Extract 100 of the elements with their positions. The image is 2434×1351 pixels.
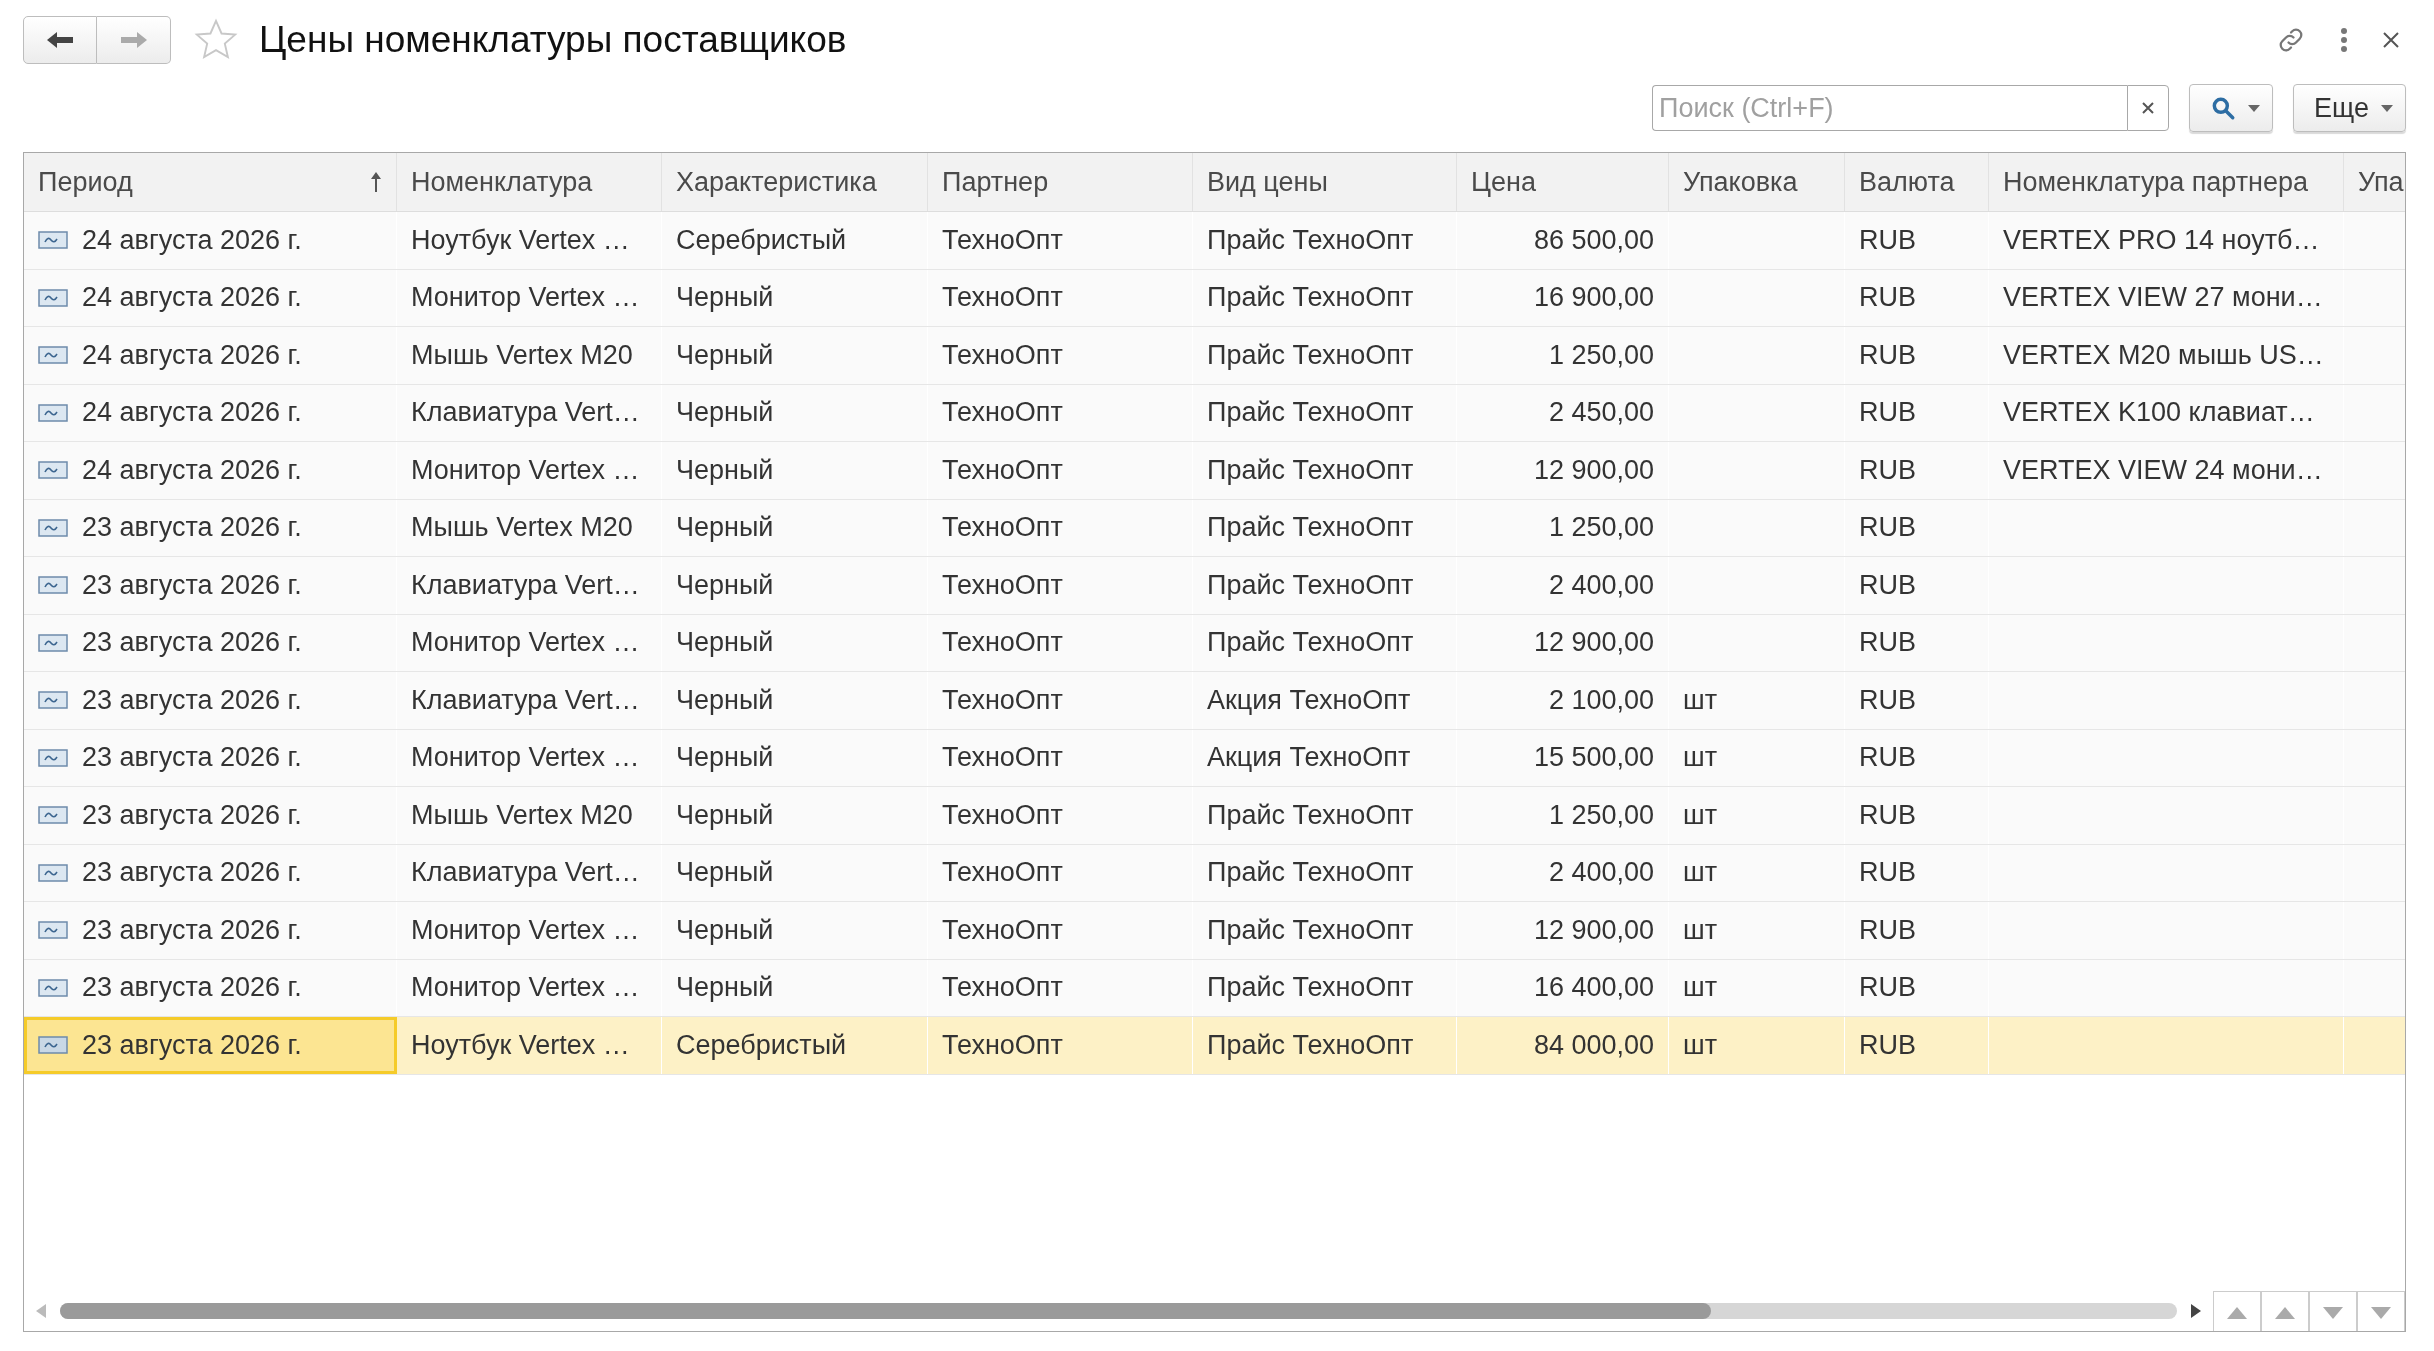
column-header[interactable]: Период (24, 153, 397, 211)
last-page-button[interactable] (2357, 1291, 2405, 1331)
page-down-button[interactable] (2309, 1291, 2357, 1331)
back-button[interactable] (23, 16, 97, 64)
clear-button[interactable] (2127, 85, 2170, 131)
table-cell: ТехноОпт (942, 1029, 1063, 1061)
more-actions-button[interactable]: Еще (2293, 84, 2406, 132)
scroll-right-icon[interactable] (2191, 1304, 2201, 1318)
table-row[interactable]: 23 августа 2026 г. Мышь Vertex M20 Черный ТехноОпт Прайс ТехноОпт 1 250,00 RUB (24, 499, 2405, 557)
table-cell: Черный (676, 627, 774, 659)
record-icon (38, 576, 68, 595)
table-cell: 24 августа 2026 г. (82, 224, 302, 256)
table-cell: Прайс ТехноОпт (1207, 799, 1414, 831)
column-header[interactable]: Номенклатура (397, 153, 662, 211)
table-cell: 2 400,00 (1548, 857, 1654, 889)
table-cell: 23 августа 2026 г. (82, 569, 302, 601)
table-row[interactable]: 23 августа 2026 г. Клавиатура Vert… Черный ТехноОпт Прайс ТехноОпт 2 400,00 шт RUB (24, 844, 2405, 902)
table-cell: Мышь Vertex M20 (411, 799, 633, 831)
table-cell: Прайс ТехноОпт (1207, 914, 1414, 946)
table-cell: RUB (1859, 914, 1916, 946)
triangle-down-icon (2371, 1304, 2391, 1319)
column-title: Упа (2358, 166, 2404, 198)
table-cell: RUB (1859, 282, 1916, 314)
table-cell: 24 августа 2026 г. (82, 454, 302, 486)
column-header[interactable]: Партнер (928, 153, 1193, 211)
record-icon (38, 748, 68, 767)
table-row[interactable]: 24 августа 2026 г. Монитор Vertex … Черный ТехноОпт Прайс ТехноОпт 16 900,00 RUB VERTEX VIEW 27 мони… (24, 269, 2405, 327)
table-row[interactable]: 23 августа 2026 г. Клавиатура Vert… Черный ТехноОпт Прайс ТехноОпт 2 400,00 RUB (24, 557, 2405, 615)
table-cell: RUB (1859, 512, 1916, 544)
table-row[interactable]: 23 августа 2026 г. Монитор Vertex … Черный ТехноОпт Прайс ТехноОпт 16 400,00 шт RUB (24, 959, 2405, 1017)
table-cell: Акция ТехноОпт (1207, 742, 1411, 774)
horizontal-scrollbar[interactable] (60, 1303, 2177, 1319)
table-row[interactable]: 24 августа 2026 г. Монитор Vertex … Черный ТехноОпт Прайс ТехноОпт 12 900,00 RUB VERTEX VIEW 24 мони… (24, 442, 2405, 500)
column-title: Цена (1471, 166, 1536, 198)
table-cell: 24 августа 2026 г. (82, 397, 302, 429)
search-icon (2210, 95, 2237, 121)
table-cell: шт (1683, 857, 1718, 889)
table-cell: Черный (676, 972, 774, 1004)
page-up-button[interactable] (2261, 1291, 2309, 1331)
first-page-button[interactable] (2213, 1291, 2261, 1331)
table-cell: RUB (1859, 339, 1916, 371)
table-cell: 23 августа 2026 г. (82, 742, 302, 774)
table-cell: 15 500,00 (1533, 742, 1654, 774)
table-row[interactable]: 23 августа 2026 г. Мышь Vertex M20 Черный ТехноОпт Прайс ТехноОпт 1 250,00 шт RUB (24, 787, 2405, 845)
table-cell: Черный (676, 684, 774, 716)
table-cell: 12 900,00 (1533, 914, 1654, 946)
table-row[interactable]: 24 августа 2026 г. Клавиатура Vert… Черный ТехноОпт Прайс ТехноОпт 2 450,00 RUB VERTEX K100 клавиат… (24, 384, 2405, 442)
table-cell: RUB (1859, 224, 1916, 256)
table-cell: Черный (676, 799, 774, 831)
table-row[interactable]: 23 августа 2026 г. Монитор Vertex … Черный ТехноОпт Прайс ТехноОпт 12 900,00 RUB (24, 614, 2405, 672)
table-row[interactable]: 24 августа 2026 г. Мышь Vertex M20 Черный ТехноОпт Прайс ТехноОпт 1 250,00 RUB VERTEX M20 мышь US… (24, 327, 2405, 385)
table-cell: 24 августа 2026 г. (82, 339, 302, 371)
table-row[interactable]: 23 августа 2026 г. Ноутбук Vertex … Серебристый ТехноОпт Прайс ТехноОпт 84 000,00 шт RUB (24, 1017, 2405, 1075)
scrollbar-thumb[interactable] (60, 1303, 1712, 1319)
record-icon (38, 403, 68, 422)
table-cell: ТехноОпт (942, 857, 1063, 889)
table-cell: Монитор Vertex … (411, 972, 640, 1004)
record-icon (38, 978, 68, 997)
table-row[interactable]: 23 августа 2026 г. Клавиатура Vert… Черный ТехноОпт Акция ТехноОпт 2 100,00 шт RUB (24, 672, 2405, 730)
table-cell: 12 900,00 (1533, 627, 1654, 659)
table-cell: 2 100,00 (1548, 684, 1654, 716)
table-cell: 24 августа 2026 г. (82, 282, 302, 314)
table-cell: ТехноОпт (942, 972, 1063, 1004)
table-cell: ТехноОпт (942, 627, 1063, 659)
table-cell: RUB (1859, 799, 1916, 831)
record-icon (38, 346, 68, 365)
column-header[interactable]: Номенклатура партнера (1989, 153, 2344, 211)
column-title: Характеристика (676, 166, 877, 198)
table-cell: шт (1683, 799, 1718, 831)
table-row[interactable]: 23 августа 2026 г. Монитор Vertex … Черный ТехноОпт Прайс ТехноОпт 12 900,00 шт RUB (24, 902, 2405, 960)
column-title: Номенклатура (411, 166, 593, 198)
table-cell: 86 500,00 (1533, 224, 1654, 256)
table-cell: VERTEX PRO 14 ноутб… (2003, 224, 2320, 256)
column-header[interactable]: Упаковка (1669, 153, 1845, 211)
table-cell: Прайс ТехноОпт (1207, 282, 1414, 314)
table-cell: RUB (1859, 857, 1916, 889)
close-icon (2141, 101, 2156, 115)
table-cell: Прайс ТехноОпт (1207, 569, 1414, 601)
table-cell: шт (1683, 1029, 1718, 1061)
table-cell: Клавиатура Vert… (411, 397, 640, 429)
table-cell: 23 августа 2026 г. (82, 799, 302, 831)
table-cell: Черный (676, 914, 774, 946)
table-row[interactable]: 23 августа 2026 г. Монитор Vertex … Черный ТехноОпт Акция ТехноОпт 15 500,00 шт RUB (24, 729, 2405, 787)
caret-icon (2381, 104, 2393, 112)
table-cell: Монитор Vertex … (411, 914, 640, 946)
scroll-left-icon[interactable] (36, 1304, 46, 1318)
search-field[interactable]: Поиск (Ctrl+F) (1652, 85, 2128, 131)
column-header[interactable]: Упа (2344, 153, 2405, 211)
table-cell: Черный (676, 742, 774, 774)
column-header[interactable]: Валюта (1845, 153, 1989, 211)
table-cell: RUB (1859, 397, 1916, 429)
table-row[interactable]: 24 августа 2026 г. Ноутбук Vertex … Серебристый ТехноОпт Прайс ТехноОпт 86 500,00 RUB VERTEX PRO 14 ноутб… (24, 212, 2405, 270)
table-cell: 23 августа 2026 г. (82, 684, 302, 716)
column-header[interactable]: Характеристика (662, 153, 928, 211)
column-header[interactable]: Вид цены (1193, 153, 1457, 211)
record-icon (38, 231, 68, 250)
column-header[interactable]: Цена (1457, 153, 1669, 211)
table-cell: Черный (676, 397, 774, 429)
table-cell: Прайс ТехноОпт (1207, 972, 1414, 1004)
search-button[interactable] (2189, 84, 2274, 132)
